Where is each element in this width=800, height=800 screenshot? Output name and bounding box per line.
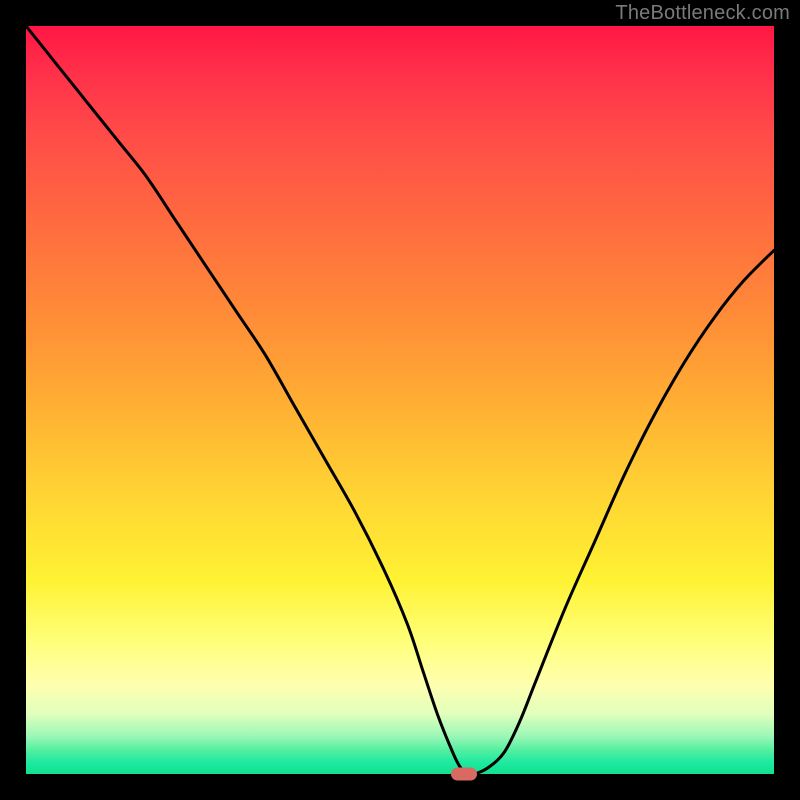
- watermark-text: TheBottleneck.com: [615, 2, 790, 25]
- bottleneck-curve: [26, 26, 774, 774]
- curve-svg: [26, 26, 774, 774]
- optimum-marker: [451, 768, 477, 781]
- chart-frame: TheBottleneck.com: [0, 0, 800, 800]
- plot-area: [26, 26, 774, 774]
